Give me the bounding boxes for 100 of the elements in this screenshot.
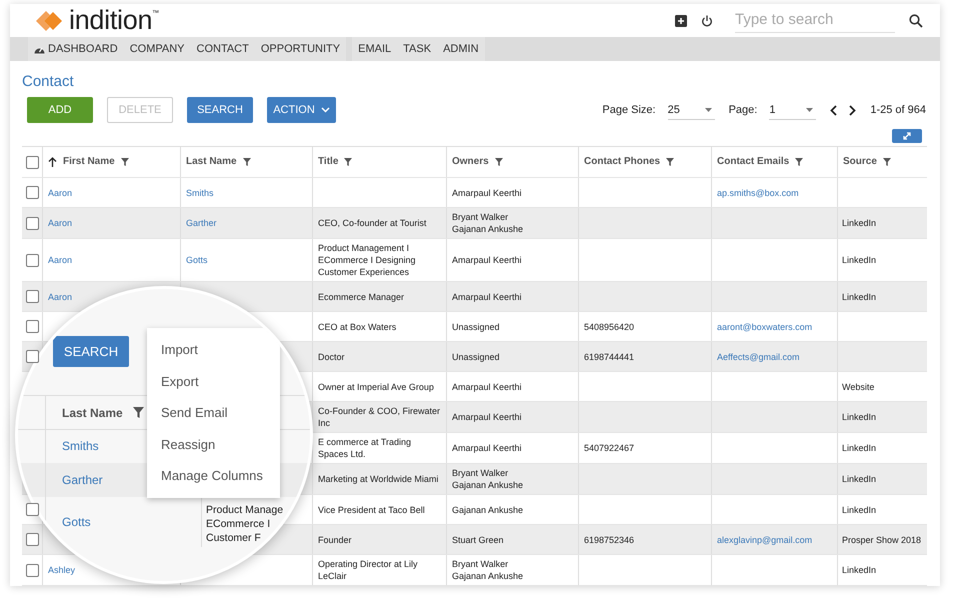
column-header[interactable]: Last Name [186, 156, 237, 168]
sort-up-icon[interactable] [48, 157, 57, 167]
action-dropdown-button[interactable]: ACTION [267, 97, 336, 123]
checkbox[interactable] [26, 290, 38, 303]
table-cell: Unassigned [452, 350, 500, 362]
expand-icon [902, 131, 912, 141]
column-header[interactable]: Title [318, 156, 338, 168]
nav-item[interactable]: EMAIL [352, 37, 398, 61]
table-cell: Stuart Green [452, 534, 504, 546]
column-header[interactable]: First Name [63, 156, 115, 168]
menu-item[interactable]: Export [147, 366, 280, 397]
table-cell: Co-Founder & COO, Firewater Inc [318, 405, 441, 429]
table-cell: LinkedIn [842, 504, 876, 516]
table-cell: Unassigned [452, 320, 500, 332]
table-cell: 5407922467 [584, 442, 634, 454]
nav-item[interactable]: CONTACT [190, 37, 255, 61]
checkbox[interactable] [26, 564, 38, 576]
menu-item[interactable]: Reassign [147, 428, 280, 460]
previous-page-icon[interactable] [830, 104, 838, 116]
table-cell: Marketing at Worldwide Miami [318, 473, 438, 485]
menu-item[interactable]: Send Email [147, 397, 280, 428]
column-header[interactable]: Contact Phones [584, 156, 660, 168]
table-cell: Amarpaul Keerthi [452, 380, 522, 392]
column-header[interactable]: Owners [452, 156, 489, 168]
nav-item[interactable]: DASHBOARD [28, 37, 124, 61]
page-label: Page: [728, 104, 758, 116]
nav-item[interactable]: TASK [397, 37, 438, 61]
menu-item[interactable]: Import [147, 334, 280, 366]
table-cell: Amarpaul Keerthi [452, 411, 522, 423]
table-cell-text: Operating Director at Lily LeClair [318, 558, 419, 582]
first-name-link[interactable]: Aaron [48, 254, 72, 266]
search-icon[interactable] [909, 14, 923, 28]
page-size-label: Page Size: [602, 104, 656, 116]
table-cell: Website [842, 380, 874, 392]
power-icon[interactable] [701, 14, 713, 26]
search-button[interactable]: SEARCH [53, 336, 129, 367]
checkbox[interactable] [26, 156, 38, 168]
checkbox[interactable] [26, 350, 38, 363]
nav-item[interactable]: OPPORTUNITY [254, 37, 346, 61]
table-cell: Ecommerce Manager [318, 290, 404, 302]
table-cell: 5408956420 [584, 320, 634, 332]
caret-icon [806, 108, 814, 112]
column-header[interactable]: Source [843, 156, 877, 168]
page-size-select[interactable]: 25 [668, 100, 715, 120]
last-name-link[interactable]: Garther [62, 473, 103, 487]
page-title: Contact [22, 73, 75, 90]
checkbox[interactable] [26, 186, 38, 199]
filter-icon[interactable] [344, 158, 352, 166]
last-name-link[interactable]: Smiths [62, 439, 99, 453]
last-name-link[interactable]: Garther [186, 217, 217, 229]
filter-icon[interactable] [795, 158, 804, 166]
filter-icon[interactable] [242, 158, 251, 166]
menu-item[interactable]: Manage Columns [147, 460, 280, 492]
table-cell: Product Manage ECommerce I Customer F [206, 503, 284, 545]
table-cell: Gajanan Ankushe [452, 479, 524, 491]
filter-icon[interactable] [132, 407, 144, 418]
email-link[interactable]: alexglavinp@gmail.com [717, 534, 812, 546]
table-cell: Bryant Walker [452, 467, 508, 479]
table-cell: LinkedIn [842, 217, 876, 229]
search-button[interactable]: SEARCH [187, 97, 253, 123]
filter-icon[interactable] [882, 158, 891, 166]
table-cell: Prosper Show 2018 [842, 534, 922, 546]
table-cell: Bryant Walker [452, 558, 508, 570]
column-header[interactable]: Contact Emails [717, 156, 790, 168]
next-page-icon[interactable] [849, 104, 856, 116]
caret-icon [704, 108, 712, 112]
last-name-link[interactable]: Smiths [186, 186, 214, 198]
checkbox[interactable] [26, 320, 38, 333]
email-link[interactable]: ap.smiths@box.com [717, 186, 799, 198]
add-icon[interactable] [675, 14, 687, 26]
brand-name: indition [69, 7, 152, 34]
table-cell: Amarpaul Keerthi [452, 290, 522, 302]
email-link[interactable]: Aeffects@gmail.com [717, 350, 800, 362]
table-cell-text: E commerce at Trading Spaces Ltd. [318, 436, 412, 460]
first-name-link[interactable]: Aaron [48, 290, 72, 302]
last-name-link[interactable]: Gotts [62, 515, 91, 529]
table-cell: Gajanan Ankushe [452, 223, 524, 235]
filter-icon[interactable] [666, 158, 674, 166]
table-cell: 6198744441 [584, 350, 634, 362]
table-cell: Bryant Walker [452, 211, 508, 223]
last-name-link[interactable]: Gotts [186, 254, 208, 266]
checkbox[interactable] [26, 533, 38, 546]
table-cell: Owner at Imperial Ave Group [318, 380, 434, 392]
checkbox[interactable] [26, 254, 38, 266]
filter-icon[interactable] [120, 158, 129, 166]
page-select[interactable]: 1 [769, 100, 816, 120]
table-cell: Vice President at Taco Bell [318, 504, 425, 516]
table-cell: LinkedIn [842, 411, 876, 423]
expand-button[interactable] [892, 129, 922, 143]
first-name-link[interactable]: Ashley [48, 564, 76, 576]
filter-icon[interactable] [494, 158, 503, 166]
nav-item[interactable]: COMPANY [124, 37, 190, 61]
table-cell: 6198752346 [584, 534, 634, 546]
checkbox[interactable] [26, 216, 38, 230]
column-header[interactable]: Last Name [62, 406, 123, 420]
checkbox[interactable] [26, 503, 38, 516]
email-link[interactable]: aaront@boxwaters.com [717, 320, 812, 332]
first-name-link[interactable]: Aaron [48, 217, 72, 229]
nav-item[interactable]: ADMIN [437, 37, 485, 61]
first-name-link[interactable]: Aaron [48, 186, 72, 198]
